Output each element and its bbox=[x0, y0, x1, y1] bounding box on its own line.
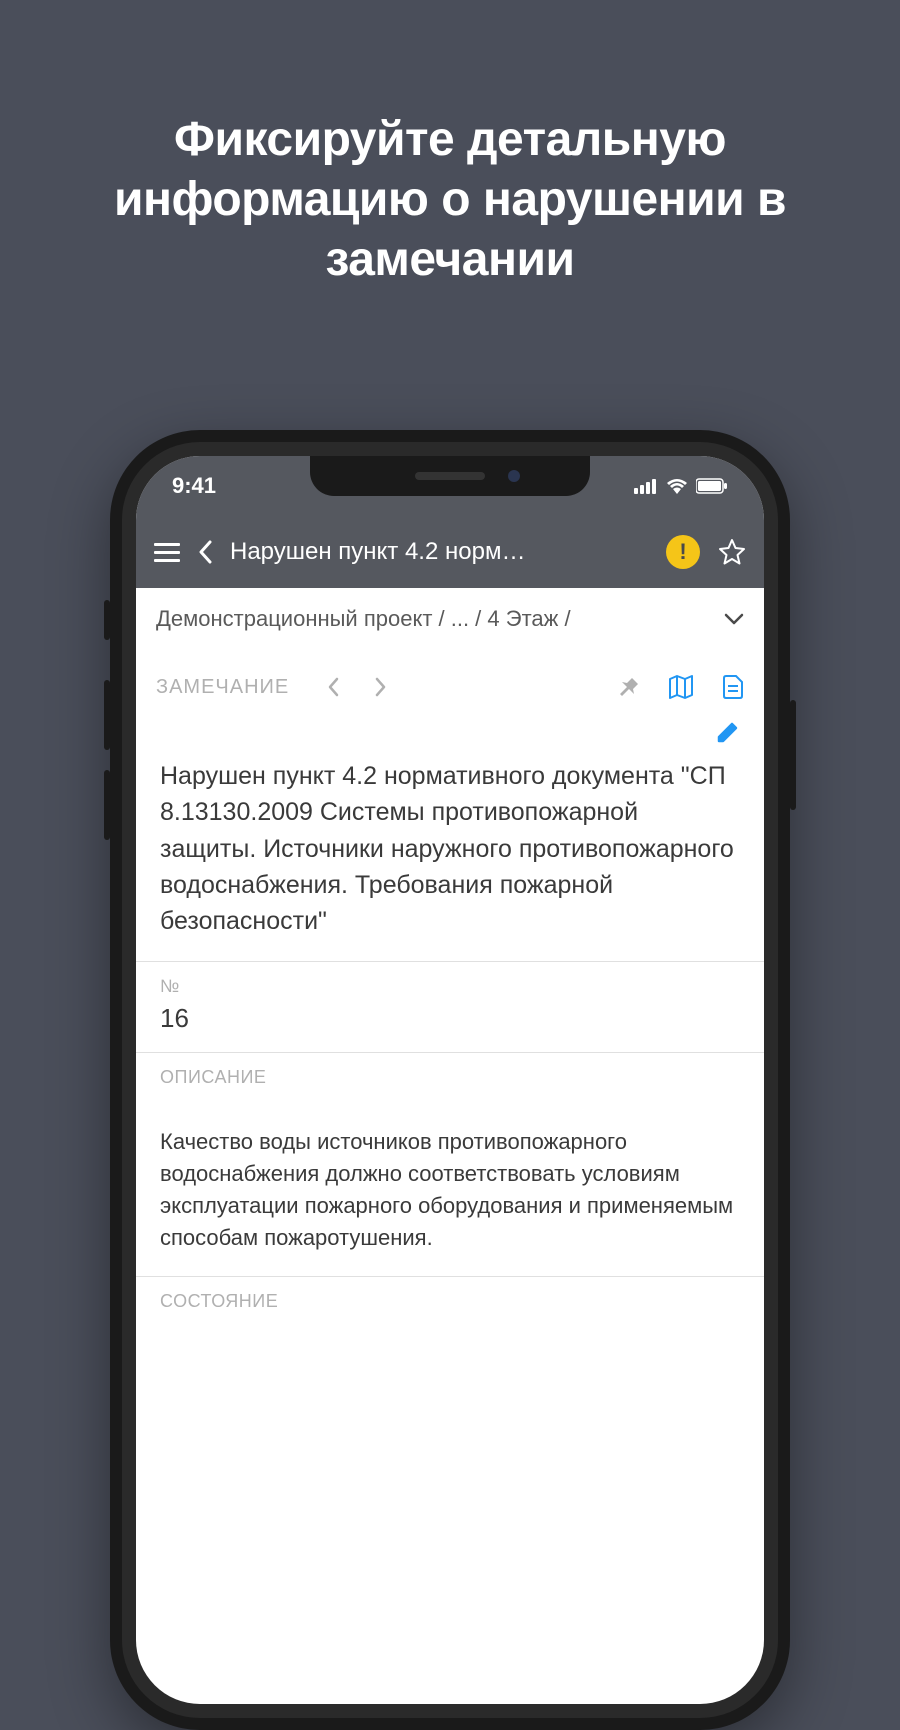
description-label: ОПИСАНИЕ bbox=[160, 1067, 740, 1088]
number-value: 16 bbox=[160, 1003, 740, 1034]
status-time: 9:41 bbox=[172, 473, 216, 499]
nav-title: Нарушен пункт 4.2 норм… bbox=[230, 538, 648, 566]
tab-bar: ЗАМЕЧАНИЕ bbox=[136, 650, 764, 712]
wifi-icon bbox=[666, 478, 688, 494]
pin-icon[interactable] bbox=[618, 676, 640, 698]
next-icon[interactable] bbox=[375, 677, 387, 697]
document-icon[interactable] bbox=[722, 674, 744, 700]
tab-label: ЗАМЕЧАНИЕ bbox=[156, 676, 289, 699]
state-label: СОСТОЯНИЕ bbox=[160, 1291, 740, 1312]
description-text: Качество воды источников противопожарног… bbox=[160, 1112, 740, 1276]
star-icon[interactable] bbox=[718, 538, 746, 566]
signal-icon bbox=[634, 478, 658, 494]
description-field: ОПИСАНИЕ bbox=[160, 1053, 740, 1112]
breadcrumb[interactable]: Демонстрационный проект / ... / 4 Этаж / bbox=[136, 588, 764, 650]
battery-icon bbox=[696, 478, 728, 494]
nav-bar: Нарушен пункт 4.2 норм… ! bbox=[136, 516, 764, 588]
prev-icon[interactable] bbox=[327, 677, 339, 697]
back-icon[interactable] bbox=[198, 540, 212, 564]
menu-icon[interactable] bbox=[154, 543, 180, 562]
detail-content: Нарушен пункт 4.2 нормативного документа… bbox=[136, 758, 764, 1336]
map-icon[interactable] bbox=[668, 674, 694, 700]
edit-icon[interactable] bbox=[716, 720, 740, 744]
number-field: № 16 bbox=[160, 962, 740, 1052]
state-field: СОСТОЯНИЕ bbox=[160, 1277, 740, 1336]
promo-headline: Фиксируйте детальную информацию о наруше… bbox=[0, 0, 900, 290]
detail-title: Нарушен пункт 4.2 нормативного документа… bbox=[160, 758, 740, 961]
phone-notch bbox=[310, 456, 590, 496]
status-icons bbox=[634, 478, 728, 494]
chevron-down-icon[interactable] bbox=[724, 613, 744, 625]
warning-badge-icon[interactable]: ! bbox=[666, 535, 700, 569]
phone-mockup: 9:41 Нарушен пункт 4.2 норм… ! Демонст bbox=[110, 430, 790, 1730]
number-label: № bbox=[160, 976, 740, 997]
breadcrumb-text: Демонстрационный проект / ... / 4 Этаж / bbox=[156, 606, 571, 632]
